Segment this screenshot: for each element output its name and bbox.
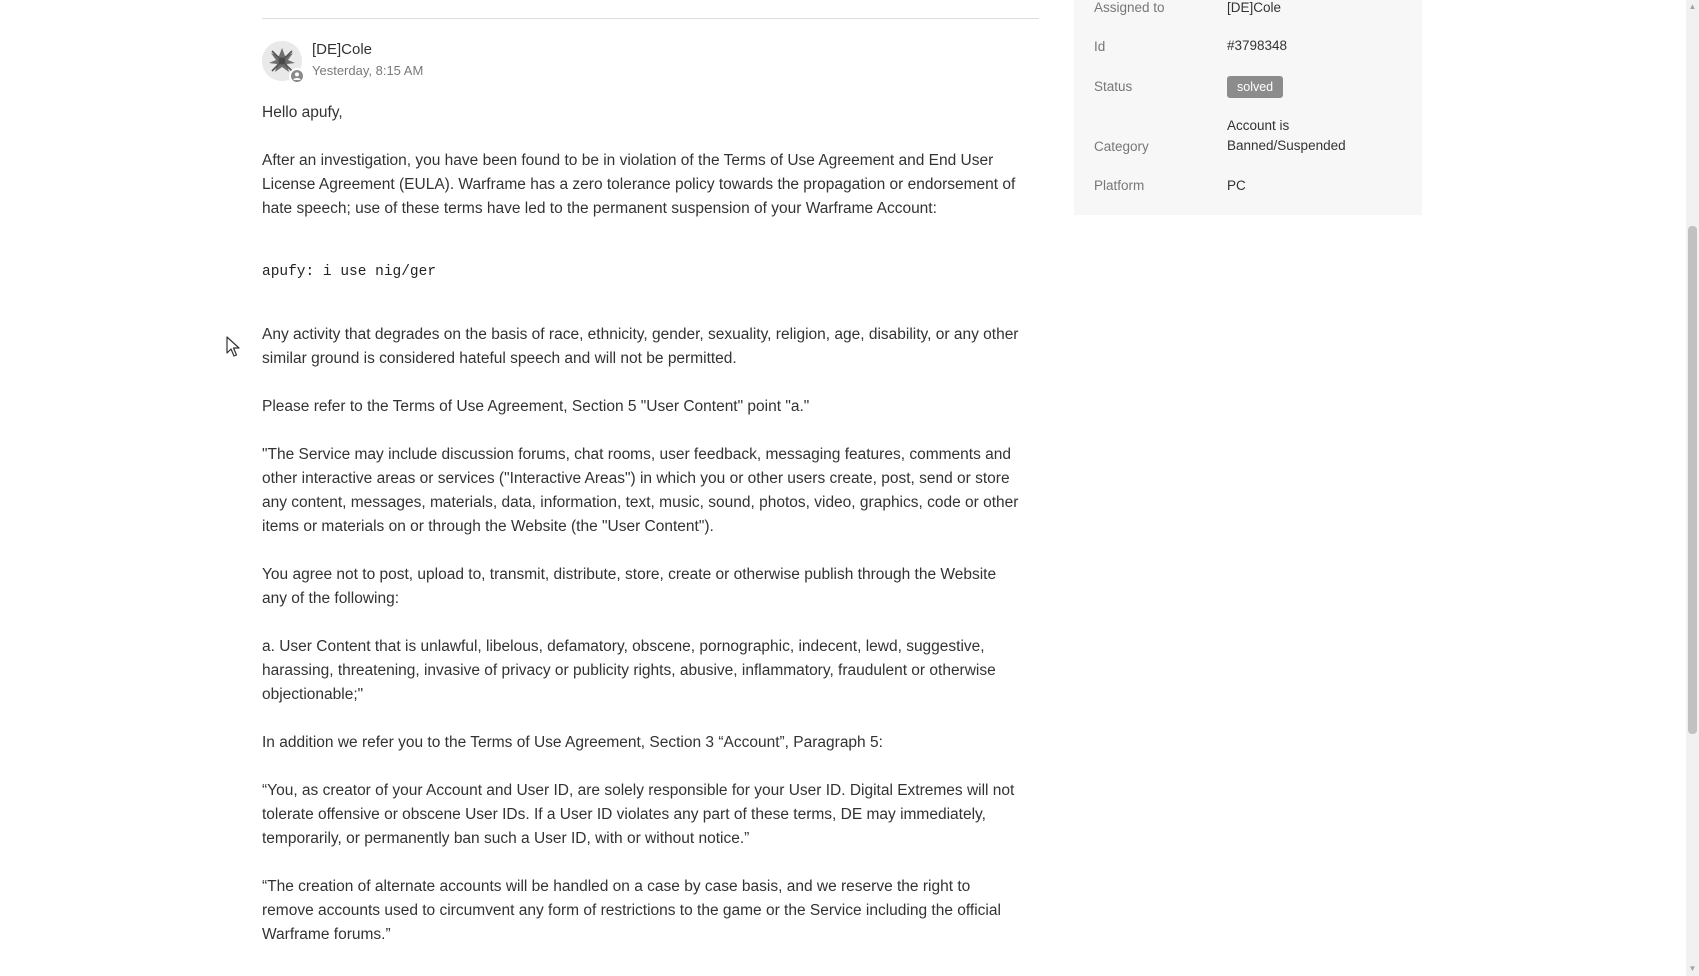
- avatar[interactable]: [262, 41, 305, 84]
- status-label: Status: [1094, 79, 1133, 94]
- request-properties-panel: Assigned to [DE]Cole Id #3798348 Status …: [1074, 0, 1422, 215]
- platform-value: PC: [1227, 178, 1246, 193]
- agent-badge-icon: [289, 68, 305, 84]
- mouse-pointer-icon: [226, 336, 240, 357]
- comment-author[interactable]: [DE]Cole: [312, 41, 372, 58]
- scrollbar-thumb[interactable]: [1688, 226, 1697, 734]
- comment-paragraph: a. User Content that is unlawful, libelo…: [262, 638, 996, 703]
- vertical-scrollbar[interactable]: ▲ ▼: [1686, 0, 1699, 976]
- comment-paragraph: You agree not to post, upload to, transm…: [262, 566, 997, 607]
- id-value: #3798348: [1227, 38, 1288, 53]
- assigned-to-label: Assigned to: [1094, 0, 1165, 15]
- comment-timestamp: Yesterday, 8:15 AM: [312, 63, 424, 78]
- chat-log-quote: apufy: i use nig/ger: [262, 264, 437, 280]
- comment-header: [DE]Cole Yesterday, 8:15 AM: [262, 40, 1039, 84]
- platform-label: Platform: [1094, 178, 1145, 193]
- category-value-line: Account is: [1227, 118, 1290, 133]
- category-value: Account is Banned/Suspended: [1227, 116, 1346, 156]
- comment-paragraph: “The creation of alternate accounts will…: [262, 878, 1001, 943]
- status-badge: solved: [1227, 76, 1284, 98]
- comment-paragraph: "The Service may include discussion foru…: [262, 446, 1019, 535]
- comment-paragraph: “You, as creator of your Account and Use…: [262, 782, 1015, 847]
- comment-paragraph: After an investigation, you have been fo…: [262, 152, 1016, 217]
- scroll-up-arrow-icon[interactable]: ▲: [1686, 0, 1699, 14]
- assigned-to-value: [DE]Cole: [1227, 0, 1282, 15]
- comment-paragraph: Please refer to the Terms of Use Agreeme…: [262, 398, 810, 415]
- comment-body: Hello apufy, After an investigation, you…: [262, 101, 1024, 971]
- comment-divider: [262, 18, 1039, 19]
- scroll-down-arrow-icon[interactable]: ▼: [1686, 962, 1699, 976]
- comment-greeting: Hello apufy,: [262, 104, 343, 121]
- category-label: Category: [1094, 139, 1149, 154]
- ticket-page: [DE]Cole Yesterday, 8:15 AM Hello apufy,…: [0, 0, 1699, 976]
- id-label: Id: [1094, 39, 1106, 54]
- category-value-line: Banned/Suspended: [1227, 138, 1346, 153]
- comment-paragraph: In addition we refer you to the Terms of…: [262, 734, 883, 751]
- comment-paragraph: Any activity that degrades on the basis …: [262, 326, 1019, 367]
